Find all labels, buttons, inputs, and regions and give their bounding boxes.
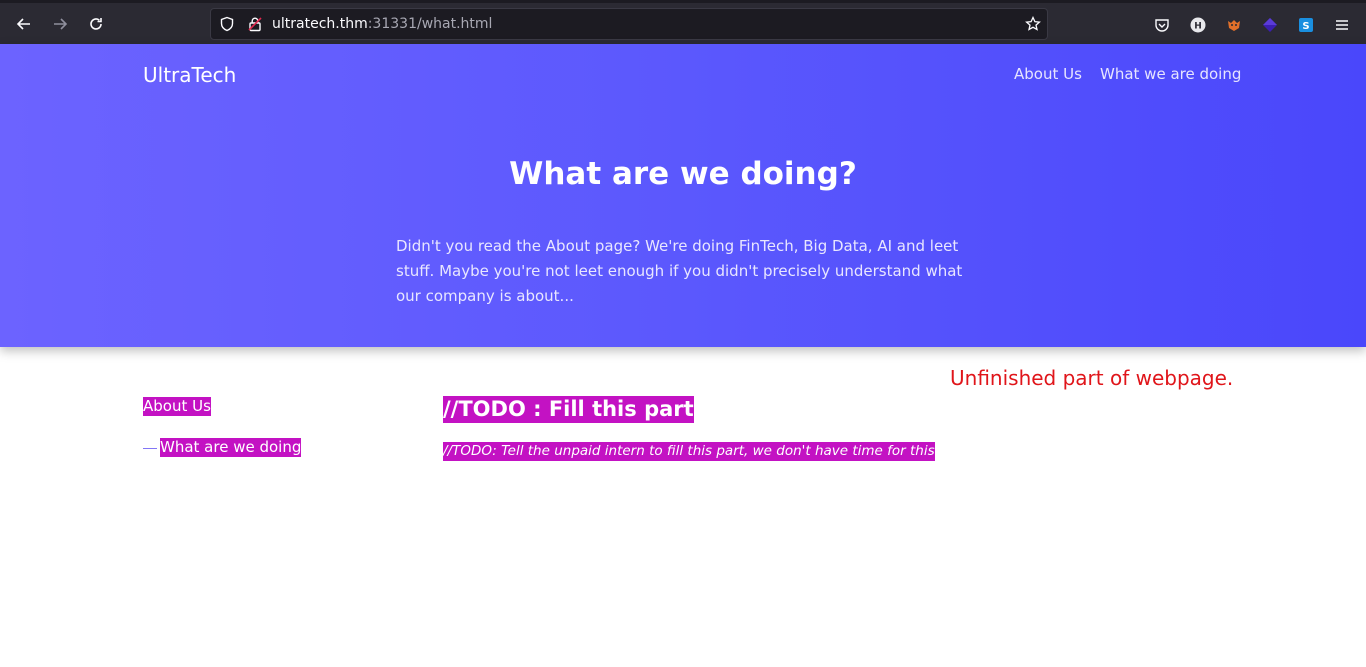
hero-header: UltraTech About Us What we are doing Wha… [0, 44, 1366, 347]
menu-icon[interactable] [1332, 15, 1352, 35]
extension-diamond-icon[interactable] [1260, 15, 1280, 35]
address-bar[interactable]: ultratech.thm:31331/what.html [210, 8, 1048, 40]
svg-text:H: H [1194, 22, 1202, 32]
annotation-note: Unfinished part of webpage. [950, 366, 1234, 390]
section-subtitle: //TODO: Tell the unpaid intern to fill t… [443, 442, 935, 461]
hero-description: Didn't you read the About page? We're do… [396, 237, 963, 305]
back-icon[interactable] [10, 10, 38, 38]
shield-icon[interactable] [219, 16, 235, 32]
sidebar-item-about[interactable]: About Us [143, 397, 211, 416]
url-text: ultratech.thm:31331/what.html [272, 16, 492, 32]
nav-link-about[interactable]: About Us [1014, 65, 1082, 83]
reload-icon[interactable] [82, 10, 110, 38]
pocket-icon[interactable] [1152, 15, 1172, 35]
extension-h-icon[interactable]: H [1188, 15, 1208, 35]
url-path: :31331/what.html [367, 16, 493, 32]
forward-icon[interactable] [46, 10, 74, 38]
extension-s-icon[interactable]: S [1296, 15, 1316, 35]
page-title: What are we doing? [509, 156, 857, 192]
site-brand[interactable]: UltraTech [143, 63, 236, 87]
section-title: //TODO : Fill this part [443, 396, 694, 423]
browser-toolbar: ultratech.thm:31331/what.html H S [0, 0, 1366, 44]
nav-link-what[interactable]: What we are doing [1100, 65, 1241, 83]
lock-icon[interactable] [247, 16, 263, 32]
bookmark-star-icon[interactable] [1025, 16, 1041, 32]
sidebar-item-what[interactable]: What are we doing [160, 438, 302, 457]
svg-text:S: S [1302, 21, 1309, 32]
extension-fox-icon[interactable] [1224, 15, 1244, 35]
active-marker: — [143, 439, 157, 455]
url-host: ultratech.thm [272, 16, 368, 32]
